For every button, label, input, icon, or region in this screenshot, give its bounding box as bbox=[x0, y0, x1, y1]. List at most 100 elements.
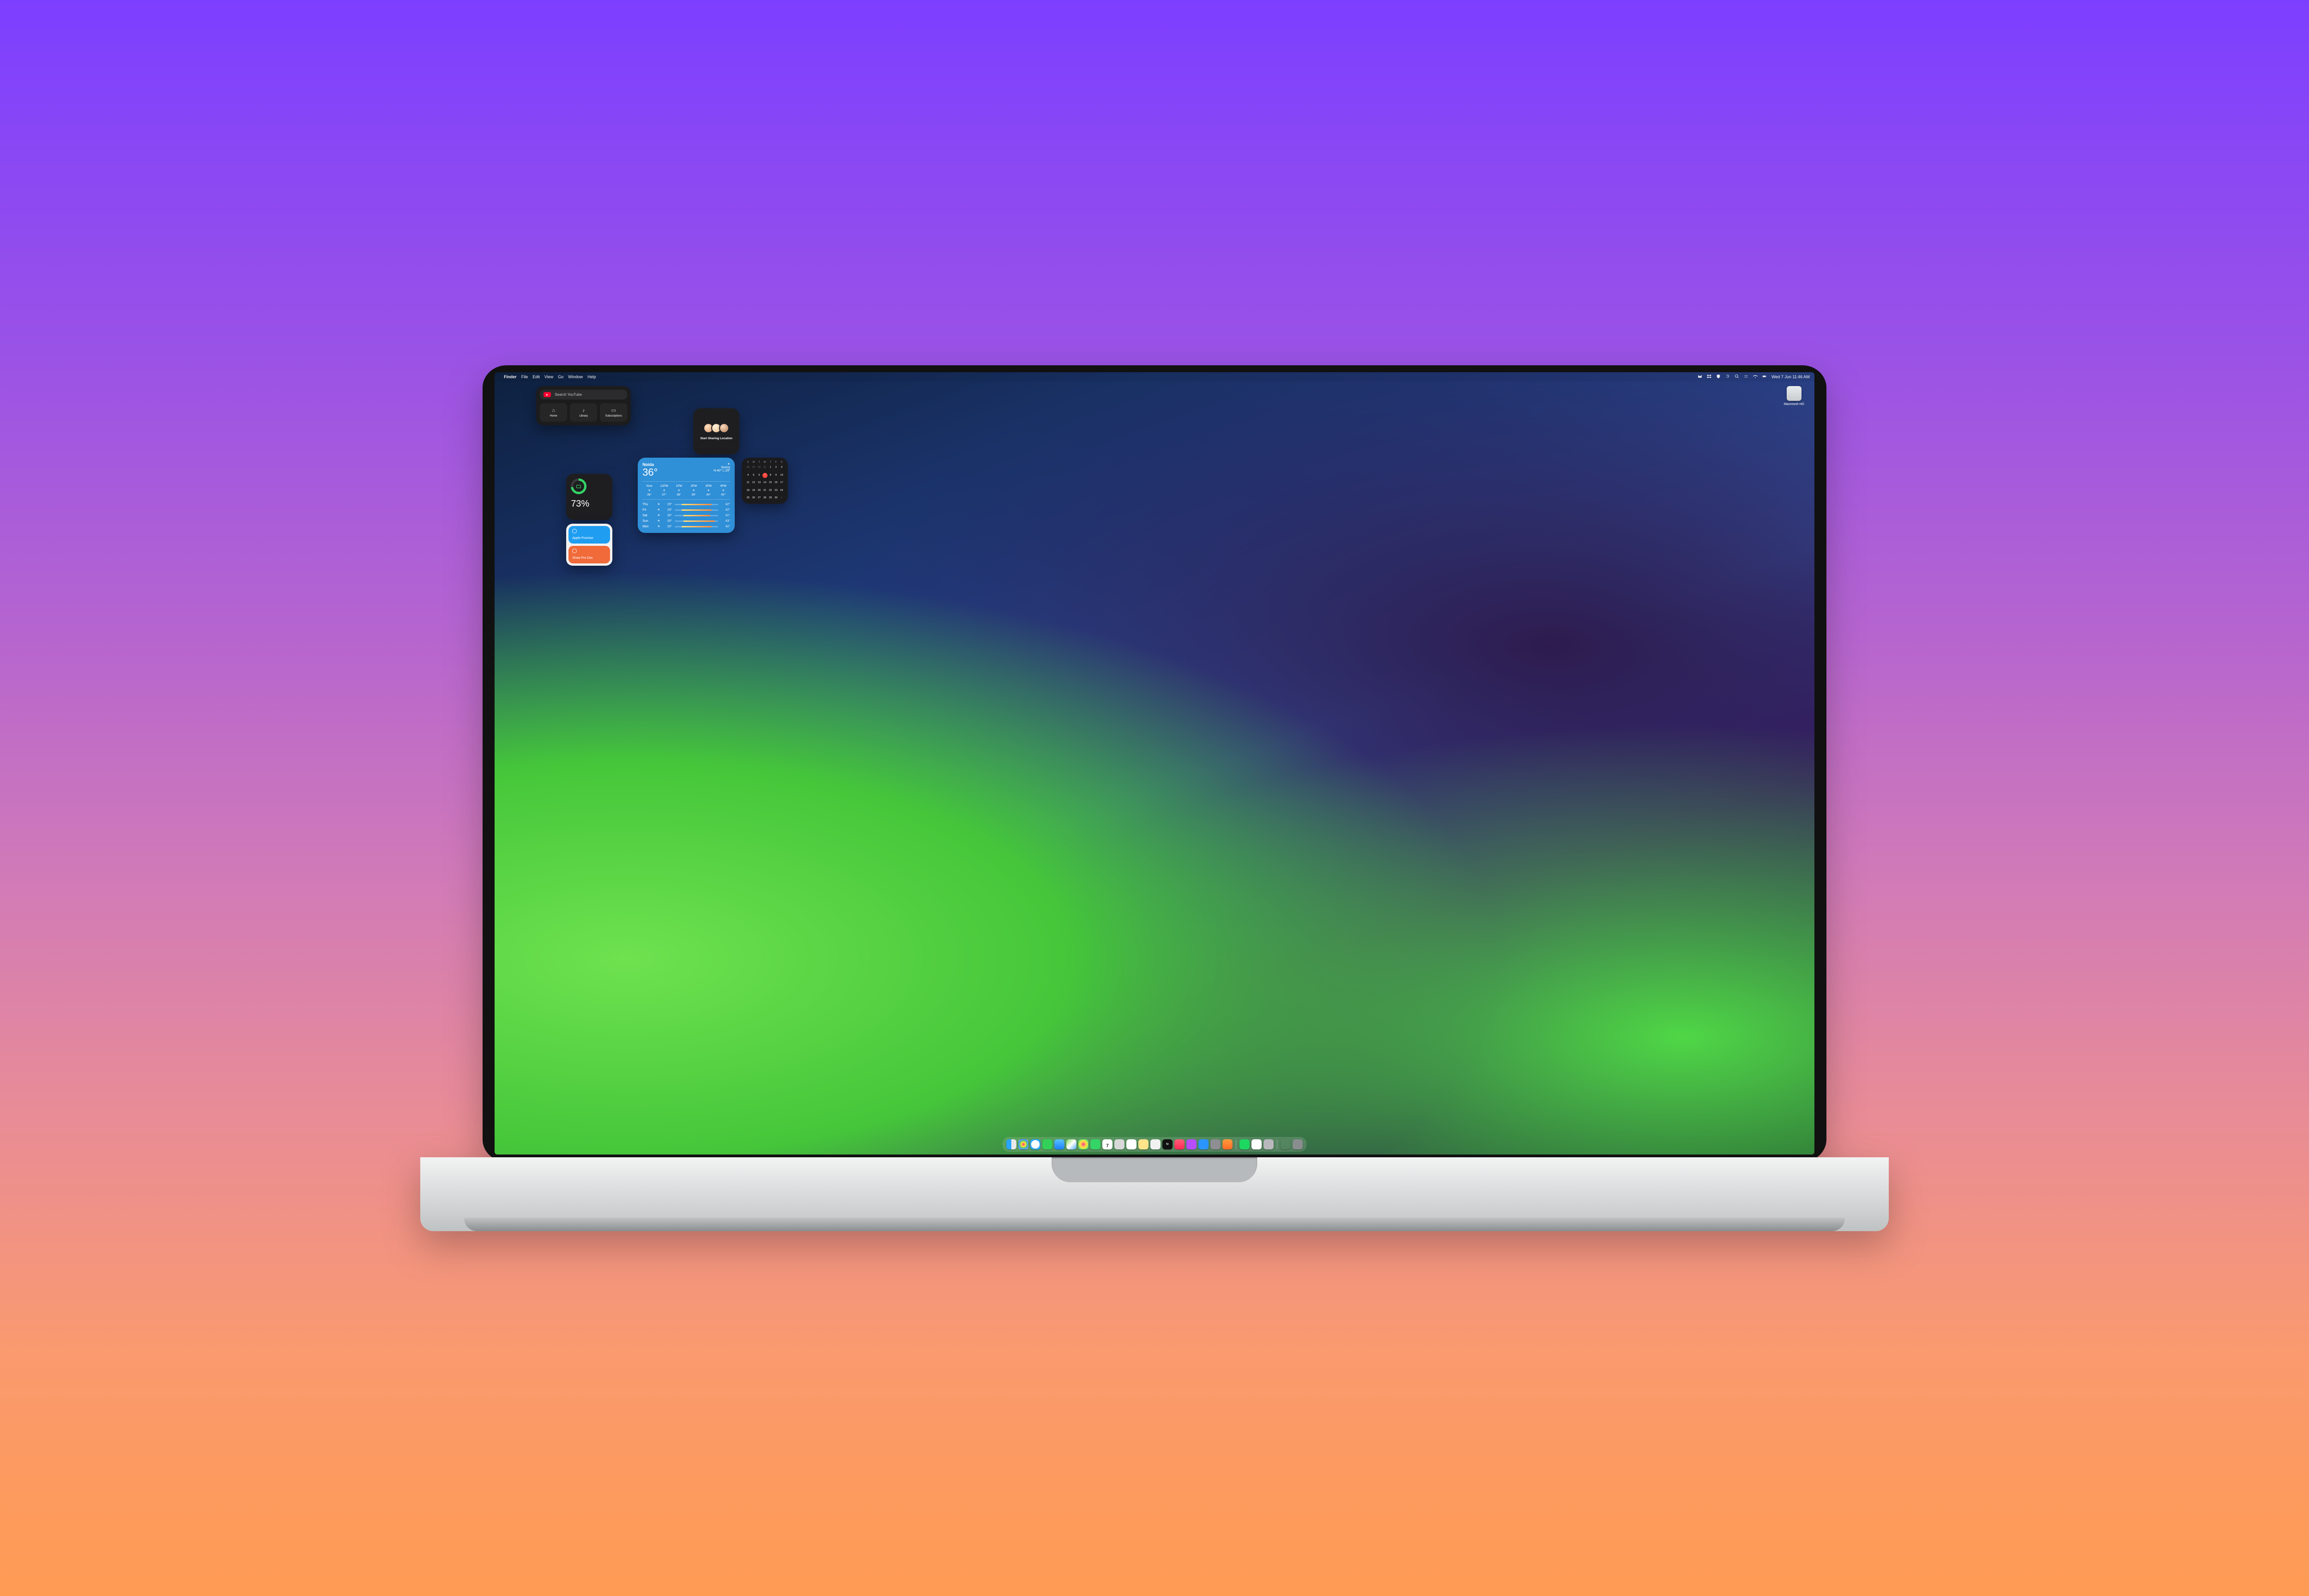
calendar-day[interactable]: 31 bbox=[762, 465, 768, 470]
dock-app-preview[interactable] bbox=[1263, 1139, 1274, 1149]
calendar-day[interactable]: 7 bbox=[762, 473, 768, 478]
dock-app-messages[interactable] bbox=[1042, 1139, 1052, 1149]
sun-icon: ☀︎ bbox=[657, 525, 660, 528]
youtube-search[interactable]: Search YouTube bbox=[540, 390, 627, 399]
dock-app-notes[interactable] bbox=[1138, 1139, 1148, 1149]
menu-go[interactable]: Go bbox=[558, 375, 563, 379]
sync-icon[interactable] bbox=[1725, 374, 1730, 380]
calendar-day[interactable]: 24 bbox=[779, 488, 784, 493]
calendar-day[interactable]: 21 bbox=[762, 488, 768, 493]
battery-percent: 73% bbox=[571, 499, 608, 509]
calendar-day[interactable]: 12 bbox=[751, 480, 756, 485]
calendar-day[interactable]: 28 bbox=[745, 465, 750, 470]
reminders-widget[interactable]: Apple Promise Show Pro Doc bbox=[566, 524, 612, 566]
calendar-day[interactable]: 28 bbox=[762, 496, 768, 501]
dock-app-trash[interactable] bbox=[1293, 1139, 1303, 1149]
mail-icon[interactable] bbox=[1698, 374, 1702, 380]
dock-app-spotify[interactable] bbox=[1239, 1139, 1250, 1149]
search-icon[interactable] bbox=[1735, 374, 1739, 380]
youtube-tile-subscriptions[interactable]: ▭Subscriptions bbox=[600, 403, 627, 422]
calendar-day[interactable]: 26 bbox=[751, 496, 756, 501]
menubar-clock[interactable]: Wed 7 Jun 11:46 AM bbox=[1771, 375, 1810, 379]
weather-hour-time: 3PM bbox=[701, 484, 715, 488]
dock-app-launchpad[interactable] bbox=[1018, 1139, 1028, 1149]
dock-app-music[interactable] bbox=[1174, 1139, 1185, 1149]
dock-app-system-settings[interactable] bbox=[1210, 1139, 1221, 1149]
desktop-disk[interactable]: Macintosh HD bbox=[1784, 386, 1804, 406]
calendar-day[interactable]: 10 bbox=[779, 473, 784, 478]
shield-icon[interactable] bbox=[1716, 374, 1721, 380]
calendar-day[interactable]: 25 bbox=[745, 496, 750, 501]
calendar-day[interactable]: 15 bbox=[768, 480, 773, 485]
wifi-icon[interactable] bbox=[1753, 374, 1758, 380]
calendar-day[interactable]: 2 bbox=[774, 465, 779, 470]
weather-widget[interactable]: Noida 36° ☀︎ Sunny H:40° L:29° Now☀︎36°1… bbox=[638, 458, 735, 533]
dock-app-reminders[interactable] bbox=[1126, 1139, 1136, 1149]
calendar-day[interactable]: 19 bbox=[751, 488, 756, 493]
calendar-day[interactable]: 29 bbox=[768, 496, 773, 501]
calendar-day[interactable]: 1 bbox=[768, 465, 773, 470]
dock-app-slack[interactable] bbox=[1251, 1139, 1262, 1149]
dock-app-facetime[interactable] bbox=[1090, 1139, 1100, 1149]
dock-app-safari[interactable] bbox=[1030, 1139, 1040, 1149]
calendar-day[interactable]: 14 bbox=[762, 480, 768, 485]
youtube-tile-library[interactable]: ♪Library bbox=[570, 403, 597, 422]
disk-label: Macintosh HD bbox=[1784, 403, 1804, 406]
dock-app-mail[interactable] bbox=[1054, 1139, 1064, 1149]
dock-app-podcasts[interactable] bbox=[1186, 1139, 1197, 1149]
calendar-day[interactable]: 3 bbox=[779, 465, 784, 470]
calendar-day[interactable]: 6 bbox=[756, 473, 762, 478]
menu-app-name[interactable]: Finder bbox=[504, 375, 517, 379]
dock-app-tv[interactable]: tv bbox=[1162, 1139, 1173, 1149]
calendar-day[interactable]: 17 bbox=[779, 480, 784, 485]
laptop-frame: Finder File Edit View Go Window Help Wed… bbox=[462, 365, 1847, 1231]
weather-day-hi: 42° bbox=[721, 503, 730, 506]
calendar-day[interactable]: 30 bbox=[756, 465, 762, 470]
calendar-widget[interactable]: SMTWTFS 28293031123456789101112131415161… bbox=[742, 458, 788, 504]
menu-window[interactable]: Window bbox=[568, 375, 583, 379]
calendar-day[interactable]: 8 bbox=[768, 473, 773, 478]
calendar-day[interactable]: 4 bbox=[745, 473, 750, 478]
youtube-widget[interactable]: Search YouTube ⌂Home♪Library▭Subscriptio… bbox=[536, 386, 631, 425]
youtube-tile-home[interactable]: ⌂Home bbox=[540, 403, 567, 422]
calendar-day[interactable]: 13 bbox=[756, 480, 762, 485]
calendar-day[interactable]: 27 bbox=[756, 496, 762, 501]
reminder-card[interactable]: Apple Promise bbox=[568, 526, 610, 544]
calendar-day[interactable]: 22 bbox=[768, 488, 773, 493]
reminder-card[interactable]: Show Pro Doc bbox=[568, 546, 610, 563]
sun-icon: ☀︎ bbox=[713, 462, 730, 466]
dock-app-contacts[interactable] bbox=[1114, 1139, 1124, 1149]
menu-view[interactable]: View bbox=[544, 375, 553, 379]
weather-condition: Sunny bbox=[713, 466, 730, 469]
dock-app-freeform[interactable] bbox=[1150, 1139, 1161, 1149]
calendar-day[interactable]: 11 bbox=[745, 480, 750, 485]
weather-hour: 1PM☀︎38° bbox=[672, 484, 686, 496]
menu-help[interactable]: Help bbox=[587, 375, 596, 379]
control-center-icon[interactable] bbox=[1744, 374, 1748, 380]
dock-app-finder[interactable] bbox=[1006, 1139, 1016, 1149]
calendar-day[interactable]: 1 bbox=[779, 496, 784, 501]
calendar-day[interactable]: 16 bbox=[774, 480, 779, 485]
calendar-day[interactable]: 30 bbox=[774, 496, 779, 501]
calendar-day[interactable]: 18 bbox=[745, 488, 750, 493]
menu-edit[interactable]: Edit bbox=[532, 375, 540, 379]
dock-app-calendar[interactable] bbox=[1102, 1139, 1112, 1149]
dropbox-icon[interactable] bbox=[1707, 374, 1711, 380]
sun-icon: ☀︎ bbox=[701, 489, 715, 492]
dock-app-appstore[interactable] bbox=[1198, 1139, 1209, 1149]
battery-widget[interactable]: 73% bbox=[566, 474, 612, 520]
calendar-day[interactable]: 9 bbox=[774, 473, 779, 478]
dock-app-photos[interactable] bbox=[1078, 1139, 1088, 1149]
desktop[interactable]: Finder File Edit View Go Window Help Wed… bbox=[495, 372, 1814, 1155]
calendar-day[interactable]: 23 bbox=[774, 488, 779, 493]
battery-icon[interactable] bbox=[1762, 374, 1767, 380]
battery-ring bbox=[571, 478, 586, 494]
findmy-widget[interactable]: Start Sharing Location bbox=[693, 408, 739, 454]
calendar-day[interactable]: 5 bbox=[751, 473, 756, 478]
dock-app-home[interactable] bbox=[1222, 1139, 1233, 1149]
calendar-day[interactable]: 20 bbox=[756, 488, 762, 493]
dock-app-maps[interactable] bbox=[1066, 1139, 1076, 1149]
calendar-day[interactable]: 29 bbox=[751, 465, 756, 470]
menu-file[interactable]: File bbox=[521, 375, 528, 379]
dock-app-wand[interactable] bbox=[1281, 1139, 1291, 1149]
